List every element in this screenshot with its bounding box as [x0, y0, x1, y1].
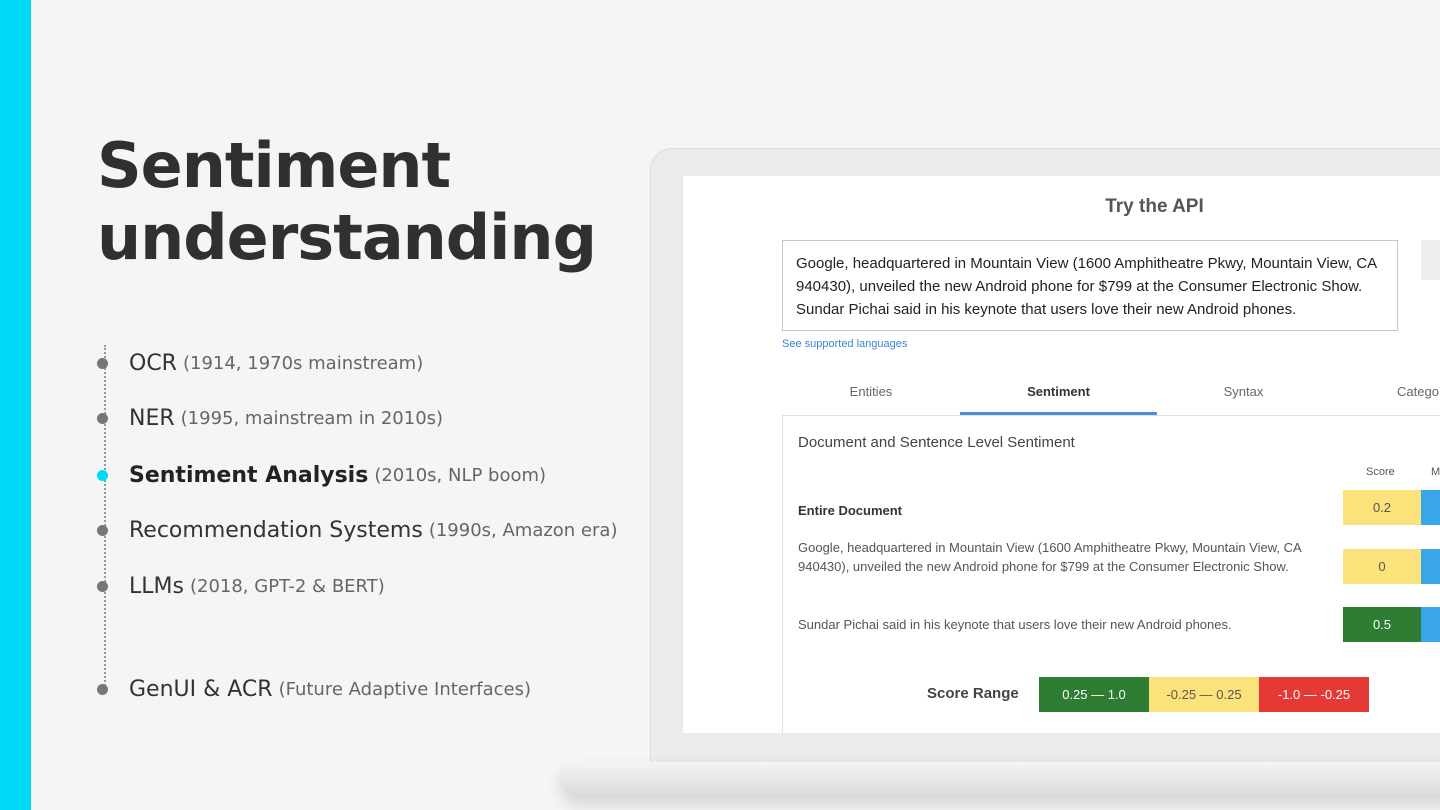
timeline-note: (2018, GPT-2 & BERT): [189, 576, 385, 597]
title-line-2: understanding: [97, 201, 597, 274]
supported-languages-link[interactable]: See supported languages: [782, 338, 907, 350]
timeline-name: LLMs: [129, 574, 184, 599]
tab-categories[interactable]: Catego: [1373, 384, 1440, 399]
timeline-note: (1914, 1970s mainstream): [182, 353, 424, 374]
laptop-screen: Try the API Google, headquartered in Mou…: [683, 176, 1440, 733]
timeline-name: OCR: [129, 351, 177, 376]
timeline-name: GenUI & ACR: [129, 677, 273, 702]
panel-title: Document and Sentence Level Sentiment: [798, 434, 1075, 451]
column-header-magnitude: M: [1431, 466, 1440, 478]
timeline-name: Recommendation Systems: [129, 518, 423, 543]
range-negative: -1.0 — -0.25: [1259, 677, 1369, 712]
score-cell: 0: [1343, 549, 1421, 584]
slide-title: Sentiment understanding: [97, 129, 597, 274]
timeline-note: (2010s, NLP boom): [374, 465, 547, 486]
timeline-item-ocr: OCR (1914, 1970s mainstream): [97, 351, 423, 376]
timeline-dot: [97, 684, 108, 695]
row-label-document: Entire Document: [798, 503, 903, 518]
timeline-dot: [97, 525, 108, 536]
range-neutral: -0.25 — 0.25: [1149, 677, 1259, 712]
laptop-base: [560, 762, 1440, 798]
timeline-note: (1990s, Amazon era): [428, 520, 618, 541]
magnitude-cell: [1421, 607, 1440, 642]
timeline-note: (Future Adaptive Interfaces): [278, 679, 532, 700]
title-line-1: Sentiment: [97, 129, 451, 202]
timeline-item-llms: LLMs (2018, GPT-2 & BERT): [97, 574, 385, 599]
row-label-sentence-2: Sundar Pichai said in his keynote that u…: [798, 617, 1232, 632]
api-title: Try the API: [1105, 196, 1204, 217]
timeline-dot-active: [97, 470, 108, 481]
timeline-name: Sentiment Analysis: [129, 463, 369, 488]
score-range-label: Score Range: [927, 685, 1019, 702]
magnitude-cell: [1421, 490, 1440, 525]
tab-sentiment[interactable]: Sentiment: [960, 384, 1157, 399]
timeline-item-genui: GenUI & ACR (Future Adaptive Interfaces): [97, 677, 531, 702]
timeline-item-recommendation: Recommendation Systems (1990s, Amazon er…: [97, 518, 617, 543]
api-text-input[interactable]: Google, headquartered in Mountain View (…: [782, 240, 1398, 331]
tab-syntax[interactable]: Syntax: [1157, 384, 1330, 399]
magnitude-cell: [1421, 549, 1440, 584]
timeline-dot: [97, 581, 108, 592]
range-positive: 0.25 — 1.0: [1039, 677, 1149, 712]
accent-bar: [0, 0, 31, 810]
timeline-dot: [97, 358, 108, 369]
timeline-note: (1995, mainstream in 2010s): [180, 408, 444, 429]
score-cell: 0.2: [1343, 490, 1421, 525]
timeline-dot: [97, 413, 108, 424]
analyze-button[interactable]: [1421, 240, 1440, 280]
timeline-item-ner: NER (1995, mainstream in 2010s): [97, 406, 443, 431]
tab-entities[interactable]: Entities: [782, 384, 960, 399]
row-label-sentence-1: Google, headquartered in Mountain View (…: [798, 540, 1301, 574]
timeline-item-sentiment: Sentiment Analysis (2010s, NLP boom): [97, 463, 546, 488]
timeline-name: NER: [129, 406, 175, 431]
column-header-score: Score: [1366, 466, 1395, 478]
score-cell: 0.5: [1343, 607, 1421, 642]
